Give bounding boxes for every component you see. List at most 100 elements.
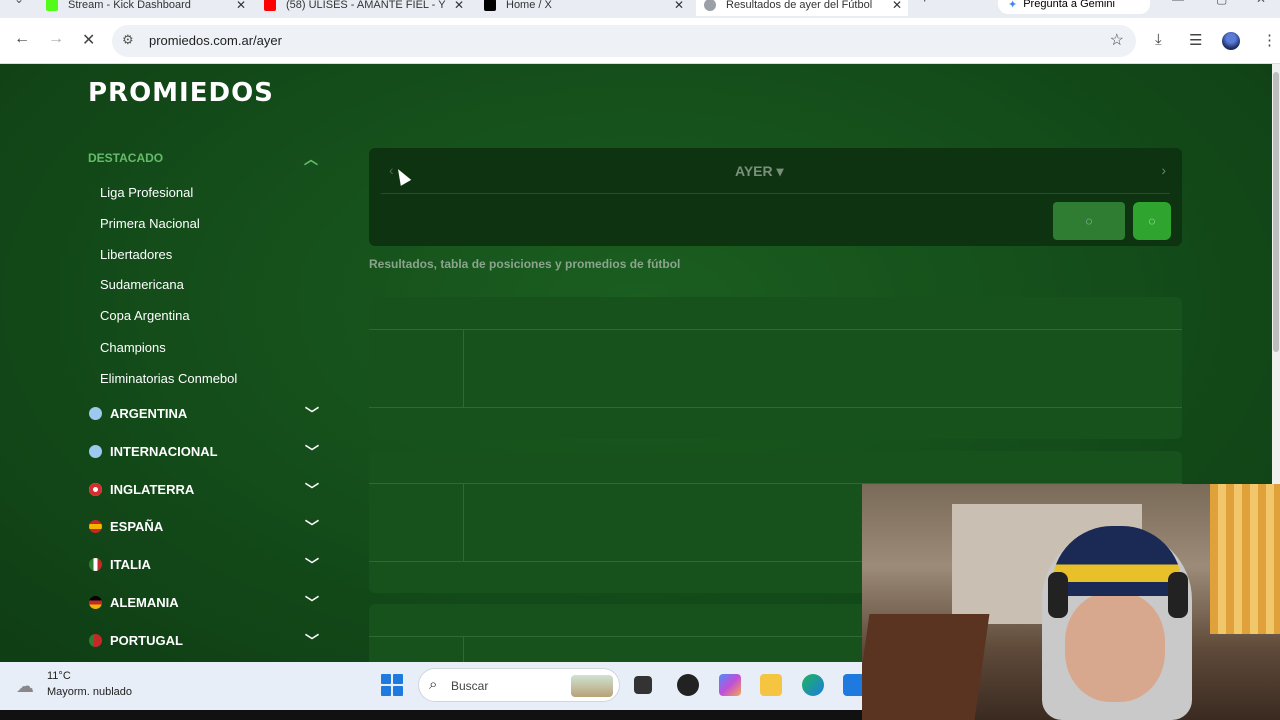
- edge-icon[interactable]: [802, 674, 824, 696]
- italy-flag-icon: [89, 558, 102, 571]
- spain-flag-icon: [89, 520, 102, 533]
- loading-spinner-icon: ◌: [1148, 214, 1156, 228]
- sidebar-country-alemania[interactable]: ALEMANIA ﹀: [89, 593, 319, 613]
- divider: [381, 193, 1170, 194]
- chevron-left-icon[interactable]: ‹: [389, 162, 394, 178]
- sidebar-item-sudamericana[interactable]: Sudamericana: [100, 277, 184, 292]
- country-label: INGLATERRA: [110, 482, 195, 497]
- gemini-label: Pregunta a Gemini: [1023, 0, 1115, 10]
- media-control-icon[interactable]: ☰: [1189, 31, 1202, 49]
- filter-button[interactable]: ◌: [1053, 202, 1125, 240]
- sidebar-country-portugal[interactable]: PORTUGAL ﹀: [89, 631, 319, 651]
- chevron-down-icon[interactable]: ﹀: [305, 480, 319, 500]
- maximize-icon[interactable]: ▢: [1216, 0, 1227, 6]
- sidebar-country-argentina[interactable]: ARGENTINA ﹀: [89, 404, 319, 424]
- match-card-skeleton: [369, 297, 1182, 439]
- webcam-table: [862, 614, 990, 720]
- caret-down-icon: ▾: [776, 163, 784, 179]
- divider: [463, 330, 464, 407]
- sidebar-country-internacional[interactable]: INTERNACIONAL ﹀: [89, 442, 319, 462]
- address-bar[interactable]: ⚙ promiedos.com.ar/ayer ☆: [112, 25, 1136, 57]
- sidebar-section-destacado[interactable]: DESTACADO ︿: [88, 151, 318, 167]
- search-placeholder: Buscar: [451, 679, 489, 693]
- tab-promiedos[interactable]: Resultados de ayer del Fútbol ✕: [696, 0, 908, 16]
- profile-avatar[interactable]: [1222, 32, 1240, 50]
- close-icon[interactable]: ✕: [236, 0, 246, 12]
- chevron-down-icon[interactable]: ﹀: [305, 593, 319, 613]
- gemini-icon: ✦: [1008, 0, 1018, 11]
- window-close-icon[interactable]: ✕: [1256, 0, 1266, 6]
- obs-icon[interactable]: [677, 674, 699, 696]
- tab-x[interactable]: Home / X ✕: [478, 0, 690, 16]
- sidebar-item-copa-argentina[interactable]: Copa Argentina: [100, 308, 190, 323]
- live-button[interactable]: ◌: [1133, 202, 1171, 240]
- file-explorer-icon[interactable]: [760, 674, 782, 696]
- sidebar-item-champions[interactable]: Champions: [100, 340, 166, 355]
- webcam-overlay: [862, 484, 1280, 720]
- kick-icon: [46, 0, 58, 11]
- chevron-right-icon[interactable]: ›: [1161, 162, 1166, 178]
- section-title: DESTACADO: [88, 151, 164, 165]
- chevron-down-icon[interactable]: ﹀: [305, 517, 319, 537]
- chevron-down-icon[interactable]: ﹀: [305, 555, 319, 575]
- tab-title: Stream - Kick Dashboard: [68, 0, 191, 11]
- country-label: INTERNACIONAL: [110, 444, 218, 459]
- chevron-down-icon[interactable]: ﹀: [305, 631, 319, 651]
- tab-youtube[interactable]: (58) ULISES - AMANTE FIEL - Y ✕: [258, 0, 470, 16]
- sidebar-country-espana[interactable]: ESPAÑA ﹀: [89, 517, 319, 537]
- sidebar-item-liga-profesional[interactable]: Liga Profesional: [100, 185, 193, 200]
- site-settings-icon[interactable]: ⚙: [122, 32, 134, 48]
- bookmark-star-icon[interactable]: ☆: [1110, 30, 1124, 50]
- date-label: AYER: [735, 163, 773, 179]
- date-selector[interactable]: AYER ▾: [735, 163, 784, 180]
- webcam-curtain: [1210, 484, 1280, 634]
- sidebar-country-inglaterra[interactable]: INGLATERRA ﹀: [89, 480, 319, 500]
- tab-title: (58) ULISES - AMANTE FIEL - Y: [286, 0, 446, 11]
- scrollbar-thumb[interactable]: [1273, 72, 1279, 352]
- tab-kick[interactable]: Stream - Kick Dashboard ✕: [40, 0, 252, 16]
- weather-description: Mayorm. nublado: [47, 686, 132, 698]
- windows-start-icon[interactable]: [381, 674, 403, 696]
- sidebar-item-primera-nacional[interactable]: Primera Nacional: [100, 216, 200, 231]
- sidebar-item-libertadores[interactable]: Libertadores: [100, 247, 172, 262]
- date-navigator: ‹ AYER ▾ › ◌ ◌: [369, 148, 1182, 246]
- download-icon[interactable]: ⤓: [1155, 31, 1162, 48]
- tab-list-chevron-icon[interactable]: ⌄: [14, 0, 24, 6]
- divider: [463, 484, 464, 561]
- site-logo[interactable]: PROMIEDOS: [88, 78, 274, 108]
- country-label: PORTUGAL: [110, 633, 183, 648]
- england-flag-icon: [89, 483, 102, 496]
- new-tab-icon[interactable]: +: [920, 0, 929, 8]
- webcam-face: [1065, 592, 1165, 702]
- forward-icon[interactable]: →: [48, 30, 64, 48]
- page-subtitle: Resultados, tabla de posiciones y promed…: [369, 257, 681, 271]
- copilot-icon[interactable]: [719, 674, 741, 696]
- close-icon[interactable]: ✕: [454, 0, 464, 12]
- gemini-button[interactable]: ✦ Pregunta a Gemini: [998, 0, 1150, 14]
- minimize-icon[interactable]: —: [1172, 0, 1184, 6]
- close-icon[interactable]: ✕: [892, 0, 902, 12]
- taskbar-search[interactable]: ⌕ Buscar: [418, 668, 620, 702]
- webcam-headset: [1168, 572, 1188, 618]
- menu-kebab-icon[interactable]: ⋮: [1262, 31, 1277, 49]
- cloud-icon: ☁: [16, 676, 34, 696]
- search-icon: ⌕: [429, 676, 438, 693]
- url-text[interactable]: promiedos.com.ar/ayer: [149, 33, 282, 48]
- task-view-icon[interactable]: [634, 676, 652, 694]
- temperature: 11°C: [47, 670, 71, 682]
- back-icon[interactable]: ←: [14, 30, 30, 48]
- loading-spinner-icon: ◌: [1085, 214, 1093, 228]
- sidebar-item-eliminatorias[interactable]: Eliminatorias Conmebol: [100, 371, 237, 386]
- argentina-flag-icon: [89, 407, 102, 420]
- divider: [369, 329, 1182, 330]
- chevron-down-icon[interactable]: ﹀: [305, 442, 319, 462]
- tab-title: Home / X: [506, 0, 552, 11]
- logo-text: PROMIEDOS: [88, 78, 274, 108]
- chevron-up-icon[interactable]: ︿: [304, 149, 318, 169]
- stop-loading-icon[interactable]: ✕: [82, 30, 95, 50]
- close-icon[interactable]: ✕: [674, 0, 684, 12]
- chevron-down-icon[interactable]: ﹀: [305, 404, 319, 424]
- sidebar-country-italia[interactable]: ITALIA ﹀: [89, 555, 319, 575]
- browser-tab-strip: ⌄ Stream - Kick Dashboard ✕ (58) ULISES …: [0, 0, 1280, 18]
- divider: [463, 637, 464, 662]
